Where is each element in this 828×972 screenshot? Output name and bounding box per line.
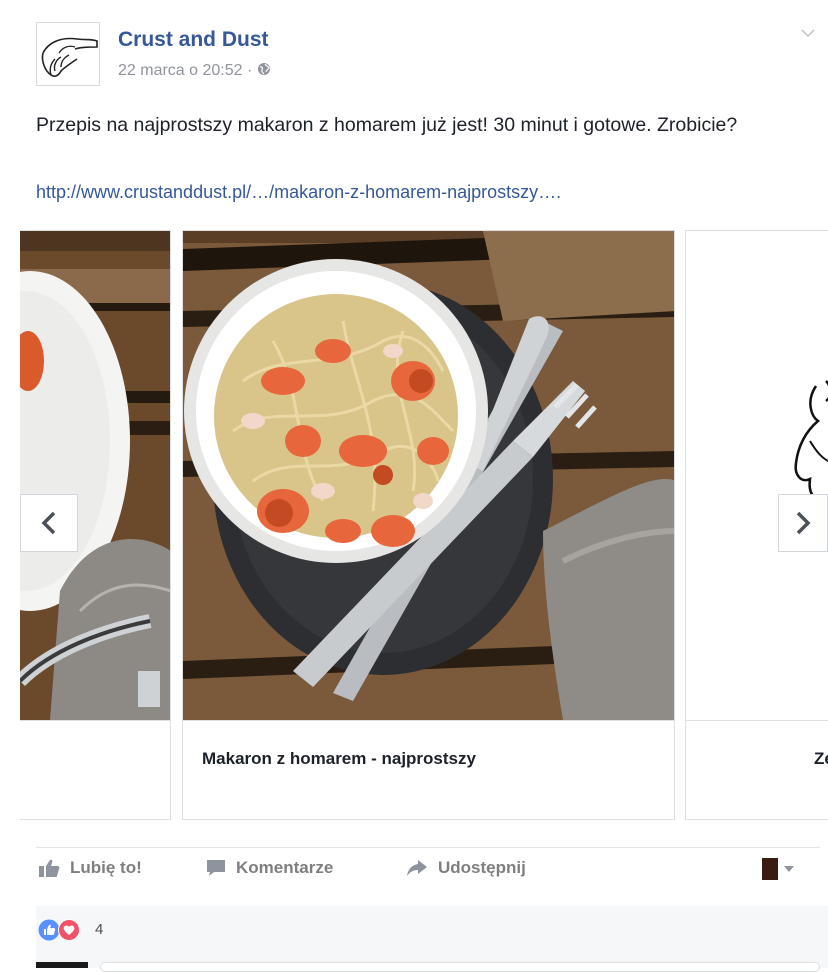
like-button[interactable]: Lubię to!: [38, 858, 142, 878]
post-timestamp[interactable]: 22 marca o 20:52 ·: [118, 62, 252, 79]
chevron-left-icon: [41, 511, 56, 535]
share-arrow-icon: [407, 860, 427, 876]
profile-thumbnail: [762, 858, 778, 880]
like-label: Lubię to!: [70, 858, 142, 877]
post-options-button[interactable]: [800, 26, 816, 44]
carousel-card-current[interactable]: Makaron z homarem - najprostszy: [182, 230, 675, 820]
card-divider: [183, 720, 674, 721]
card-divider: [686, 720, 828, 721]
page-avatar[interactable]: [36, 22, 100, 86]
post-link[interactable]: http://www.crustanddust.pl/…/makaron-z-h…: [36, 182, 561, 203]
page-name-link[interactable]: Crust and Dust: [118, 28, 269, 52]
hand-logo-icon: [41, 37, 98, 78]
carousel-prev-button[interactable]: [20, 494, 78, 552]
card-image-logo: [686, 231, 828, 720]
globe-icon: [257, 63, 270, 75]
card-title: Ze: [814, 749, 828, 768]
comment-input[interactable]: [100, 962, 820, 972]
caret-down-icon: [784, 866, 794, 872]
commenter-avatar: [36, 962, 88, 968]
reaction-count[interactable]: 4: [95, 921, 103, 938]
share-button[interactable]: Udostępnij: [406, 858, 526, 878]
card-divider: [20, 720, 170, 721]
chevron-right-icon: [796, 511, 811, 535]
carousel-next-button[interactable]: [778, 494, 828, 552]
chevron-down-icon: [801, 29, 815, 38]
post-actions-bar: Lubię to! Komentarze Udostępnij: [36, 848, 828, 898]
reaction-icons[interactable]: [38, 919, 80, 941]
post-as-selector[interactable]: [762, 858, 795, 880]
card-image-plate: [20, 231, 170, 720]
comment-label: Komentarze: [236, 858, 334, 877]
comment-icon: [207, 860, 225, 876]
thumbs-up-icon: [39, 859, 60, 877]
card-image-lobster-pasta: [183, 231, 674, 720]
comment-button[interactable]: Komentarze: [206, 858, 333, 878]
share-label: Udostępnij: [438, 858, 526, 877]
post-text: Przepis na najprostszy makaron z homarem…: [36, 114, 738, 136]
love-icon: [58, 919, 80, 941]
reactions-bar: 4: [36, 906, 828, 968]
post-meta: 22 marca o 20:52 ·: [118, 62, 271, 80]
card-title[interactable]: Makaron z homarem - najprostszy: [202, 749, 476, 769]
like-icon: [38, 919, 60, 941]
